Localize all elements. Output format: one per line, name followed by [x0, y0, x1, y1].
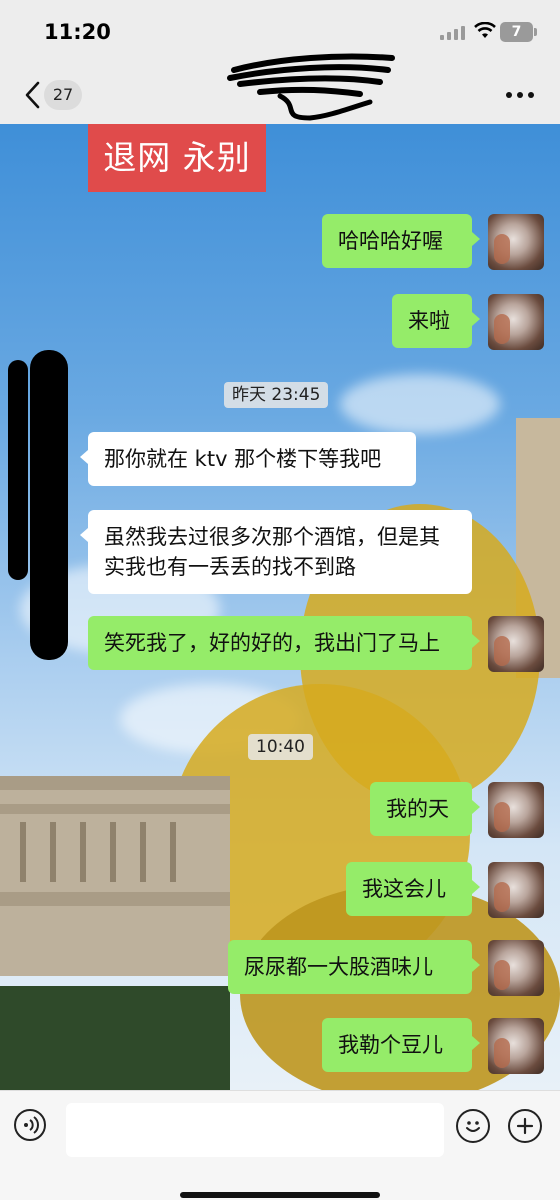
redacted-avatar — [30, 350, 68, 660]
message-input[interactable] — [66, 1103, 444, 1157]
cellular-signal-icon — [440, 26, 470, 40]
redacted-avatar — [8, 360, 28, 580]
background-trees — [0, 986, 230, 1090]
message-bubble-outgoing[interactable]: 笑死我了，好的好的，我出门了马上 — [88, 616, 480, 670]
redacted-contact-name — [227, 53, 395, 121]
user-avatar[interactable] — [488, 616, 544, 672]
emoji-icon[interactable] — [456, 1109, 490, 1143]
message-bubble-outgoing[interactable]: 哈哈哈好喔 — [322, 214, 480, 268]
banner-image[interactable]: 退网 永别 — [88, 124, 266, 192]
message-bubble-outgoing[interactable]: 我的天 — [370, 782, 480, 836]
message-bubble-outgoing[interactable]: 尿尿都一大股酒味儿 — [228, 940, 480, 994]
battery-icon: 7 — [500, 22, 537, 42]
cloud — [340, 374, 500, 434]
user-avatar[interactable] — [488, 294, 544, 350]
timestamp: 10:40 — [248, 734, 313, 760]
voice-input-icon[interactable] — [14, 1109, 46, 1141]
user-avatar[interactable] — [488, 1018, 544, 1074]
status-time: 11:20 — [44, 20, 111, 44]
chat-screen: 11:20 7 27 退网 永别 哈哈哈好喔 来啦 昨天 23:45 那你就在 … — [0, 0, 560, 1200]
message-bubble-outgoing[interactable]: 来啦 — [392, 294, 480, 348]
user-avatar[interactable] — [488, 940, 544, 996]
background-building — [0, 776, 230, 976]
timestamp: 昨天 23:45 — [224, 382, 329, 408]
add-attachment-icon[interactable] — [508, 1109, 542, 1143]
more-options-icon[interactable] — [506, 92, 536, 100]
user-avatar[interactable] — [488, 214, 544, 270]
message-bubble-incoming[interactable]: 那你就在 ktv 那个楼下等我吧 — [80, 432, 416, 486]
message-bubble-outgoing[interactable]: 我这会儿 — [346, 862, 480, 916]
input-bar — [0, 1090, 560, 1200]
message-bubble-outgoing[interactable]: 我勒个豆儿 — [322, 1018, 480, 1072]
unread-count-badge[interactable]: 27 — [44, 80, 82, 110]
user-avatar[interactable] — [488, 862, 544, 918]
user-avatar[interactable] — [488, 782, 544, 838]
wifi-icon — [474, 22, 496, 38]
home-indicator[interactable] — [180, 1192, 380, 1198]
message-bubble-incoming[interactable]: 虽然我去过很多次那个酒馆，但是其实我也有一丢丢的找不到路 — [80, 510, 472, 594]
